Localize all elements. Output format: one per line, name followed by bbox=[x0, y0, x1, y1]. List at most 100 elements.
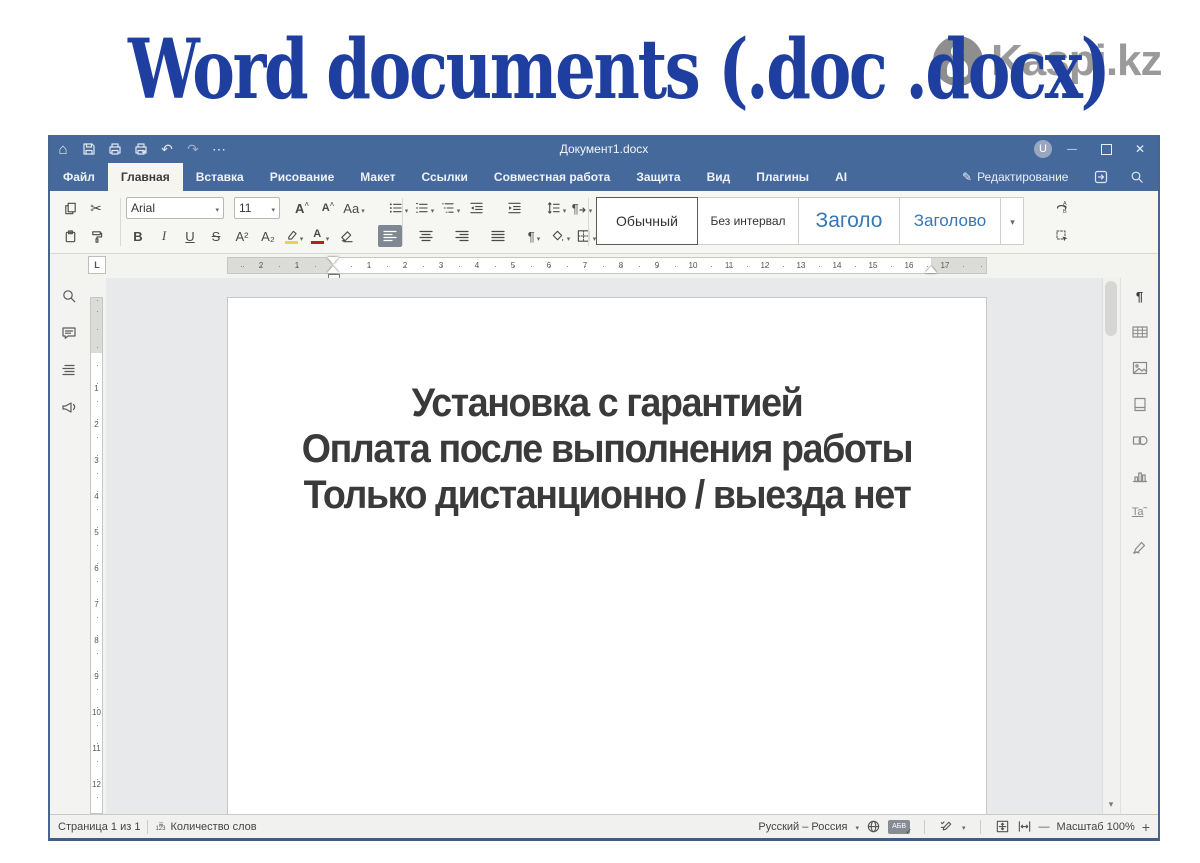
underline-button[interactable]: U bbox=[178, 225, 202, 247]
zoom-out-button[interactable] bbox=[1039, 821, 1050, 833]
globe-icon[interactable] bbox=[866, 819, 881, 834]
user-avatar[interactable]: U bbox=[1034, 140, 1052, 158]
zoom-in-button[interactable] bbox=[1142, 819, 1150, 835]
undo-icon[interactable] bbox=[154, 138, 180, 160]
font-name-combo[interactable]: Arial bbox=[126, 197, 224, 219]
first-line-indent-marker[interactable] bbox=[327, 257, 339, 264]
minimize-button[interactable] bbox=[1058, 138, 1086, 160]
highlight-color-button[interactable] bbox=[282, 225, 306, 247]
scrollbar-down-arrow[interactable] bbox=[1103, 796, 1119, 812]
shading-button[interactable] bbox=[548, 225, 572, 247]
document-area[interactable]: Установка с гарантией Оплата после выпол… bbox=[106, 278, 1102, 814]
strikethrough-button[interactable]: S bbox=[204, 225, 228, 247]
tab-draw[interactable]: Рисование bbox=[257, 163, 348, 191]
align-left-button[interactable] bbox=[378, 225, 402, 247]
table-panel-icon[interactable] bbox=[1130, 322, 1150, 342]
redo-icon[interactable] bbox=[180, 138, 206, 160]
tab-ai[interactable]: AI bbox=[822, 163, 860, 191]
maximize-button[interactable] bbox=[1092, 138, 1120, 160]
track-changes-icon[interactable] bbox=[939, 819, 954, 834]
vertical-scrollbar[interactable] bbox=[1102, 278, 1120, 814]
style-no-spacing[interactable]: Без интервал bbox=[697, 197, 799, 245]
language-selector[interactable]: Русский – Россия bbox=[758, 821, 847, 833]
fit-width-icon[interactable] bbox=[1017, 819, 1032, 834]
style-heading1[interactable]: Заголо bbox=[798, 197, 900, 245]
close-button[interactable] bbox=[1126, 138, 1154, 160]
align-right-button[interactable] bbox=[450, 225, 474, 247]
chevron-down-icon bbox=[855, 821, 860, 833]
shrink-font-button[interactable]: A˄ bbox=[316, 197, 340, 219]
text-frame-panel-icon[interactable] bbox=[1130, 394, 1150, 414]
spellcheck-toggle[interactable]: АБВ bbox=[888, 820, 910, 834]
format-painter-button[interactable] bbox=[84, 225, 108, 247]
bullet-list-button[interactable] bbox=[386, 197, 410, 219]
tab-layout[interactable]: Макет bbox=[347, 163, 408, 191]
subscript-button[interactable]: A₂ bbox=[256, 225, 280, 247]
show-formatting-marks-button[interactable] bbox=[522, 225, 546, 247]
borders-button[interactable] bbox=[574, 225, 598, 247]
font-size-combo[interactable]: 11 bbox=[234, 197, 280, 219]
grow-font-button[interactable]: A˄ bbox=[290, 197, 314, 219]
right-indent-marker[interactable] bbox=[925, 266, 937, 273]
scrollbar-thumb[interactable] bbox=[1105, 281, 1117, 336]
ruler-number: 15 bbox=[867, 261, 880, 269]
paragraph-direction-button[interactable] bbox=[570, 197, 594, 219]
search-icon[interactable] bbox=[59, 286, 79, 306]
change-case-button[interactable]: Aa bbox=[342, 197, 366, 219]
line-spacing-button[interactable] bbox=[544, 197, 568, 219]
navigation-headings-icon[interactable] bbox=[59, 360, 79, 380]
chart-panel-icon[interactable] bbox=[1130, 466, 1150, 486]
left-indent-marker[interactable] bbox=[327, 266, 339, 273]
tab-plugins[interactable]: Плагины bbox=[743, 163, 822, 191]
tab-collaboration[interactable]: Совместная работа bbox=[481, 163, 623, 191]
image-panel-icon[interactable] bbox=[1130, 358, 1150, 378]
tab-insert[interactable]: Вставка bbox=[183, 163, 257, 191]
more-commands-icon[interactable] bbox=[206, 138, 232, 160]
quick-print-icon[interactable] bbox=[128, 138, 154, 160]
search-icon[interactable] bbox=[1124, 166, 1150, 188]
document-page[interactable]: Установка с гарантией Оплата после выпол… bbox=[227, 297, 987, 814]
zoom-level: Масштаб 100% bbox=[1057, 821, 1135, 833]
tab-protection[interactable]: Защита bbox=[623, 163, 693, 191]
align-center-button[interactable] bbox=[414, 225, 438, 247]
page-info[interactable]: Страница 1 из 1 bbox=[58, 821, 140, 833]
replace-button[interactable]: AB bbox=[1050, 197, 1074, 219]
tab-stop-selector[interactable]: L bbox=[88, 256, 106, 274]
select-button[interactable] bbox=[1050, 225, 1074, 247]
ruler-number: 11 bbox=[723, 261, 735, 269]
editing-mode-selector[interactable]: Редактирование bbox=[962, 170, 1078, 184]
tab-home[interactable]: Главная bbox=[108, 163, 183, 191]
justify-button[interactable] bbox=[486, 225, 510, 247]
copy-button[interactable] bbox=[58, 197, 82, 219]
print-icon[interactable] bbox=[102, 138, 128, 160]
italic-button[interactable]: I bbox=[152, 225, 176, 247]
tab-file[interactable]: Файл bbox=[50, 163, 108, 191]
clear-formatting-button[interactable] bbox=[334, 225, 358, 247]
chevron-down-icon bbox=[455, 201, 461, 216]
style-heading2[interactable]: Заголово bbox=[899, 197, 1001, 245]
tab-references[interactable]: Ссылки bbox=[408, 163, 480, 191]
fit-page-icon[interactable] bbox=[995, 819, 1010, 834]
comments-icon[interactable] bbox=[59, 323, 79, 343]
signature-panel-icon[interactable] bbox=[1130, 538, 1150, 558]
cut-button[interactable] bbox=[84, 197, 108, 219]
home-icon[interactable] bbox=[50, 138, 76, 160]
styles-gallery-more-button[interactable] bbox=[1000, 197, 1024, 245]
superscript-button[interactable]: A² bbox=[230, 225, 254, 247]
style-normal[interactable]: Обычный bbox=[596, 197, 698, 245]
tab-view[interactable]: Вид bbox=[694, 163, 744, 191]
bold-button[interactable]: B bbox=[126, 225, 150, 247]
numbered-list-button[interactable] bbox=[412, 197, 436, 219]
paste-button[interactable] bbox=[58, 225, 82, 247]
word-count-label[interactable]: Количество слов bbox=[170, 821, 256, 833]
increase-indent-button[interactable] bbox=[502, 197, 526, 219]
shapes-panel-icon[interactable] bbox=[1130, 430, 1150, 450]
paragraph-panel-icon[interactable] bbox=[1130, 286, 1150, 306]
font-color-button[interactable]: A bbox=[308, 225, 332, 247]
multilevel-list-button[interactable] bbox=[438, 197, 462, 219]
text-art-panel-icon[interactable]: Ta ˜ bbox=[1130, 502, 1150, 522]
save-icon[interactable] bbox=[76, 138, 102, 160]
announcement-icon[interactable] bbox=[59, 397, 79, 417]
open-file-location-icon[interactable] bbox=[1088, 166, 1114, 188]
decrease-indent-button[interactable] bbox=[464, 197, 488, 219]
